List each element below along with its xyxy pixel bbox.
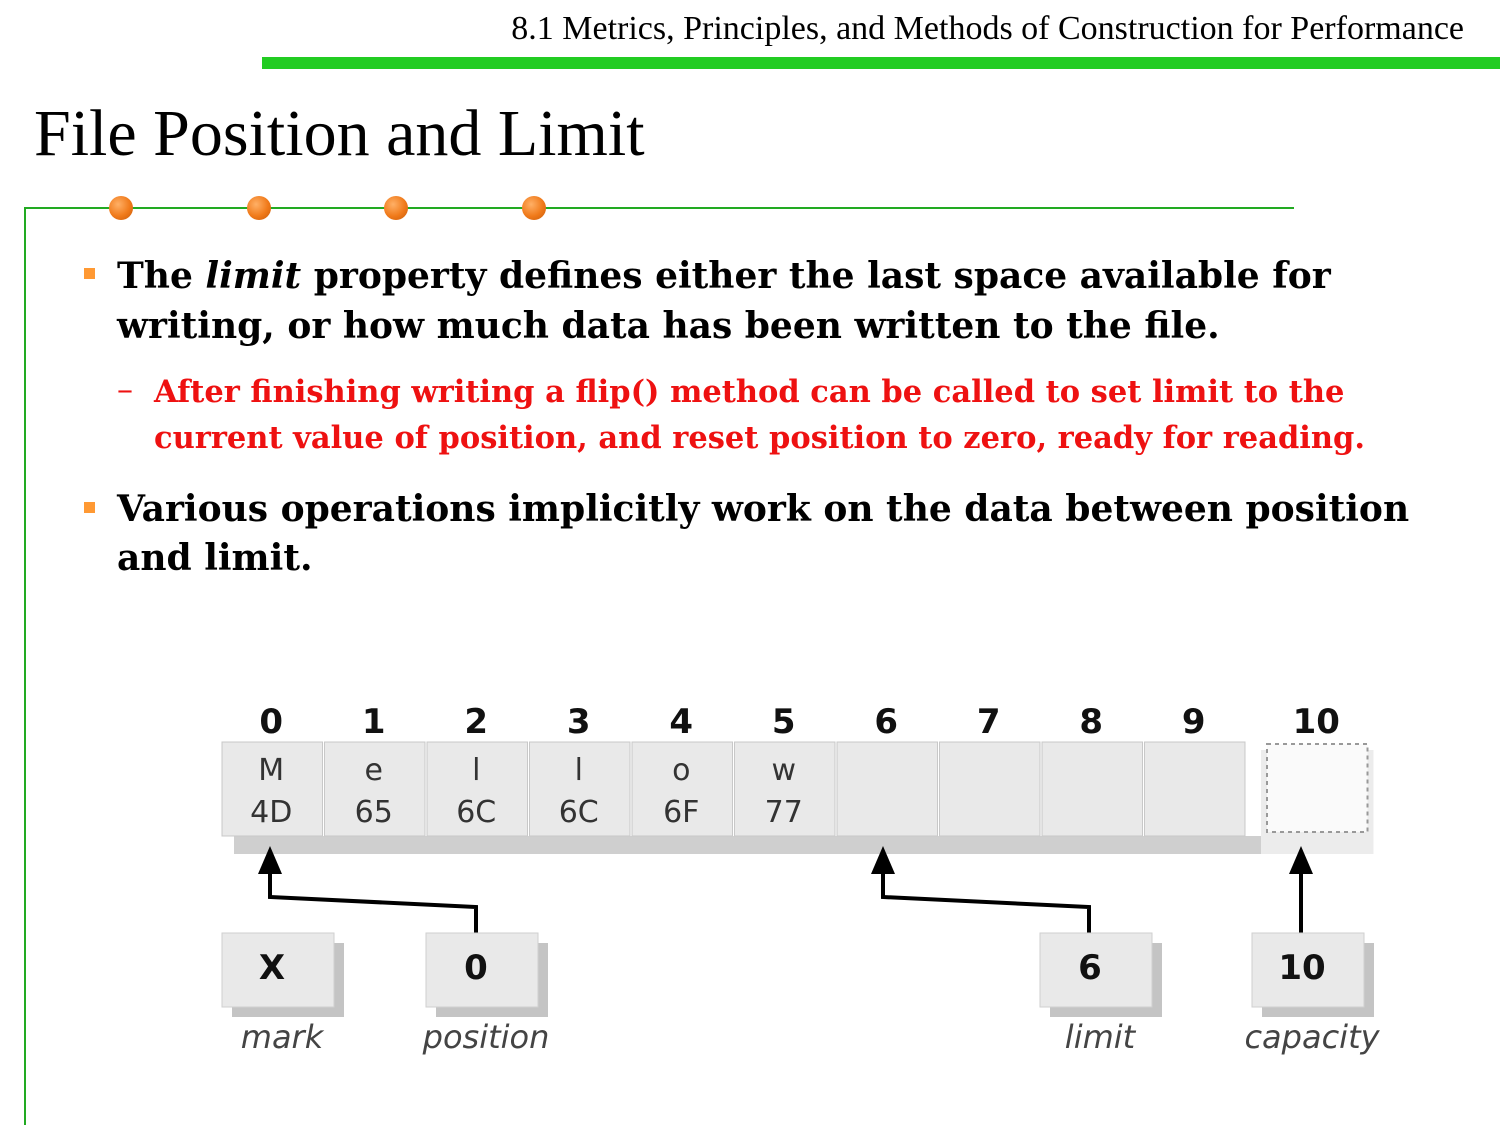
cell-hex: 65 [355,795,393,830]
index-label: 8 [1079,702,1103,742]
index-label: 10 [1293,702,1340,742]
cell-hex: 77 [765,795,803,830]
index-label: 2 [464,702,488,742]
index-label: 0 [259,702,283,742]
marker-label: position [422,1018,550,1056]
buffer-cell [1041,741,1143,837]
index-label: 5 [772,702,796,742]
buffer-cell [836,741,938,837]
capacity-cell [1266,743,1369,833]
index-label: 7 [977,702,1001,742]
cell-hex: 6C [456,795,496,830]
marker-value: 10 [1278,948,1325,988]
buffer-diagram: M 4D e 65 l 6C l 6C o 6F w 77 0 1 2 3 4 5 6 7 8 9 10 Xmark 0 po… [221,702,1381,1056]
index-label: 4 [669,702,693,742]
limit-arrow-line [881,872,1091,933]
buffer-cell [1144,741,1246,837]
index-label: 3 [567,702,591,742]
cell-char: e [365,753,383,788]
index-label: 9 [1182,702,1206,742]
buffer-shadow [234,836,1362,854]
cell-hex: 4D [250,795,292,830]
index-label: 6 [874,702,898,742]
cell-char: o [672,753,690,788]
cell-hex: 6C [559,795,599,830]
cell-char: l [472,753,480,788]
cell-char: M [258,753,284,788]
marker-label: limit [1065,1018,1137,1056]
buffer-cell [939,741,1041,837]
cell-hex: 6F [663,795,699,830]
marker-value: 6 [1078,948,1102,988]
marker-label: capacity [1244,1018,1380,1056]
cell-char: w [771,753,796,788]
marker-value: 0 [464,948,488,988]
marker-value: X [259,948,285,988]
index-label: 1 [362,702,386,742]
cell-char: l [575,753,583,788]
marker-label: mark [241,1018,325,1056]
position-arrow-line [268,872,478,933]
